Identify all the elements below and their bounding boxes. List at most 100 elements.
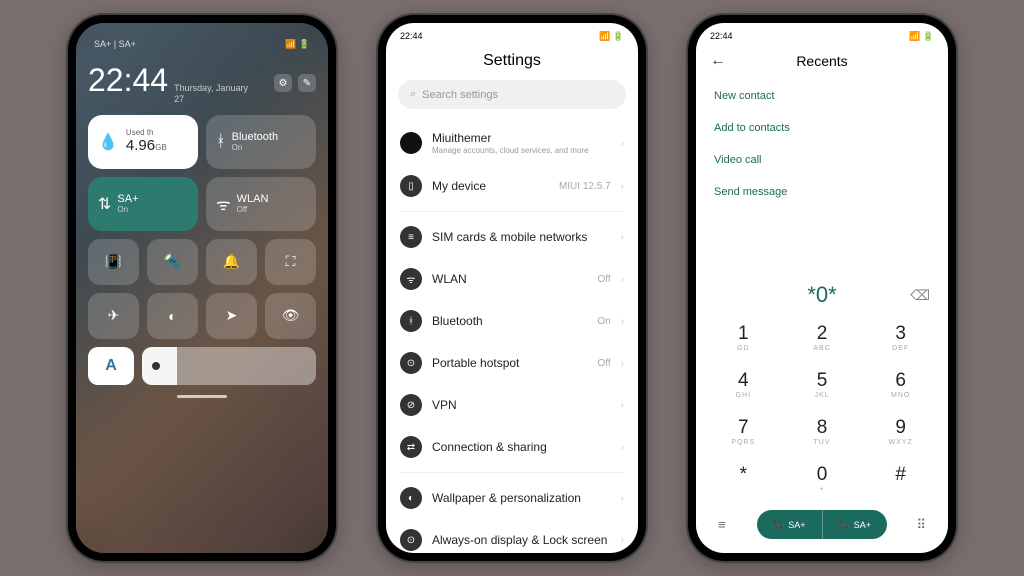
status-bar: 22:44 📶 🔋 bbox=[696, 23, 948, 46]
call-sim2-button[interactable]: 📞 SA+ bbox=[822, 510, 887, 539]
key-letters: DEF bbox=[861, 345, 940, 352]
screenshot-toggle[interactable]: ⛶ bbox=[265, 239, 316, 285]
phone-control-center: SA+ | SA+ 📶 🔋 22:44 Thursday, January 27… bbox=[68, 15, 336, 561]
bluetooth-tile[interactable]: ᚼ Bluetooth On bbox=[206, 115, 316, 169]
menu-icon[interactable]: ≡ bbox=[718, 517, 726, 532]
chevron-right-icon: › bbox=[621, 400, 624, 411]
search-placeholder: Search settings bbox=[422, 89, 498, 101]
home-indicator[interactable] bbox=[177, 395, 227, 398]
key-letters: JKL bbox=[783, 392, 862, 399]
dialpad-key-5[interactable]: 5 JKL bbox=[783, 361, 862, 408]
row-value: Off bbox=[598, 274, 611, 285]
settings-row[interactable]: ᯤ WLAN Off › bbox=[386, 258, 638, 300]
sa-label: SA+ bbox=[117, 193, 138, 205]
contact-option[interactable]: Video call bbox=[714, 144, 930, 176]
settings-row[interactable]: ◐ Wallpaper & personalization › bbox=[386, 477, 638, 519]
phone-settings: 22:44 📶 🔋 Settings ⌕ Search settings Miu… bbox=[378, 15, 646, 561]
settings-row[interactable]: ᚼ Bluetooth On › bbox=[386, 300, 638, 342]
dialpad-key-2[interactable]: 2 ABC bbox=[783, 314, 862, 361]
key-letters: PQRS bbox=[704, 439, 783, 446]
bluetooth-icon: ᚼ bbox=[216, 133, 226, 151]
vibrate-toggle[interactable]: 📳 bbox=[88, 239, 139, 285]
dialpad-key-0[interactable]: 0 + bbox=[783, 455, 862, 502]
key-number: 3 bbox=[861, 323, 940, 345]
settings-icon[interactable]: ⚙ bbox=[274, 74, 292, 92]
eye-toggle[interactable]: 👁 bbox=[265, 293, 316, 339]
dialpad-key-*[interactable]: * bbox=[704, 455, 783, 502]
search-input[interactable]: ⌕ Search settings bbox=[398, 80, 626, 109]
dialpad-key-9[interactable]: 9 WXYZ bbox=[861, 408, 940, 455]
airplane-toggle[interactable]: ✈ bbox=[88, 293, 139, 339]
contact-option[interactable]: Send message bbox=[714, 176, 930, 208]
brightness-slider[interactable] bbox=[142, 347, 316, 385]
settings-row[interactable]: ⊙ Always-on display & Lock screen › bbox=[386, 519, 638, 553]
dialpad-key-7[interactable]: 7 PQRS bbox=[704, 408, 783, 455]
time-label: 22:44 bbox=[88, 62, 168, 99]
location-toggle[interactable]: ➤ bbox=[206, 293, 257, 339]
data-icon: ⇅ bbox=[98, 194, 111, 214]
phone-icon: 📞 bbox=[839, 519, 850, 530]
dialpad-key-4[interactable]: 4 GHI bbox=[704, 361, 783, 408]
page-title: Recents bbox=[710, 53, 934, 69]
key-number: 0 bbox=[783, 464, 862, 486]
my-device-row[interactable]: ▯ My device MIUI 12.5.7 › bbox=[386, 165, 638, 207]
row-icon: ◐ bbox=[400, 487, 422, 509]
settings-row[interactable]: ⊘ VPN › bbox=[386, 384, 638, 426]
key-number: 1 bbox=[704, 323, 783, 345]
auto-brightness-toggle[interactable]: A bbox=[88, 347, 134, 385]
data-usage-tile[interactable]: 💧 Used th 4.96GB bbox=[88, 115, 198, 169]
phone-icon: 📞 bbox=[773, 519, 784, 530]
chevron-right-icon: › bbox=[621, 493, 624, 504]
key-number: 6 bbox=[861, 370, 940, 392]
key-letters: MNO bbox=[861, 392, 940, 399]
key-number: # bbox=[861, 464, 940, 486]
edit-icon[interactable]: ✎ bbox=[298, 74, 316, 92]
call-button-group: 📞 SA+ 📞 SA+ bbox=[757, 510, 887, 539]
chevron-right-icon: › bbox=[621, 358, 624, 369]
call-sim1-button[interactable]: 📞 SA+ bbox=[757, 510, 821, 539]
flashlight-toggle[interactable]: 🔦 bbox=[147, 239, 198, 285]
backspace-button[interactable]: ⌫ bbox=[910, 287, 930, 304]
key-number: 9 bbox=[861, 417, 940, 439]
settings-row[interactable]: ≡ SIM cards & mobile networks › bbox=[386, 216, 638, 258]
sa-state: On bbox=[117, 205, 138, 214]
dialpad-key-1[interactable]: 1 GD bbox=[704, 314, 783, 361]
dialed-number: *0* bbox=[807, 282, 836, 308]
dialpad-key-8[interactable]: 8 TUV bbox=[783, 408, 862, 455]
dark-mode-toggle[interactable]: ◐ bbox=[147, 293, 198, 339]
call-label: SA+ bbox=[788, 520, 805, 530]
device-label: My device bbox=[432, 179, 549, 193]
key-letters: GHI bbox=[704, 392, 783, 399]
contact-option[interactable]: Add to contacts bbox=[714, 112, 930, 144]
slider-thumb-icon bbox=[152, 362, 160, 370]
contact-option[interactable]: New contact bbox=[714, 80, 930, 112]
chevron-right-icon: › bbox=[621, 274, 624, 285]
search-icon: ⌕ bbox=[410, 88, 416, 101]
settings-row[interactable]: ⇄ Connection & sharing › bbox=[386, 426, 638, 468]
dialpad-key-6[interactable]: 6 MNO bbox=[861, 361, 940, 408]
device-icon: ▯ bbox=[400, 175, 422, 197]
dnd-toggle[interactable]: 🔔 bbox=[206, 239, 257, 285]
account-row[interactable]: Miuithemer Manage accounts, cloud servic… bbox=[386, 121, 638, 165]
dialpad-icon[interactable]: ⠿ bbox=[916, 517, 926, 533]
drop-icon: 💧 bbox=[98, 132, 118, 152]
call-label: SA+ bbox=[854, 520, 871, 530]
mobile-data-tile[interactable]: ⇅ SA+ On bbox=[88, 177, 198, 231]
account-sub: Manage accounts, cloud services, and mor… bbox=[432, 146, 611, 155]
wlan-tile[interactable]: ᯤ WLAN Off bbox=[206, 177, 316, 231]
settings-row[interactable]: ⊙ Portable hotspot Off › bbox=[386, 342, 638, 384]
key-number: * bbox=[704, 464, 783, 486]
wlan-label: WLAN bbox=[237, 193, 269, 205]
dialpad-key-#[interactable]: # bbox=[861, 455, 940, 502]
chevron-right-icon: › bbox=[621, 181, 624, 192]
chevron-right-icon: › bbox=[621, 535, 624, 546]
data-unit: GB bbox=[155, 143, 167, 152]
device-value: MIUI 12.5.7 bbox=[559, 181, 611, 192]
row-icon: ⊙ bbox=[400, 352, 422, 374]
date-num: 27 bbox=[174, 94, 248, 105]
avatar-icon bbox=[400, 132, 422, 154]
status-icons: 📶 🔋 bbox=[285, 39, 310, 50]
row-label: Wallpaper & personalization bbox=[432, 491, 611, 505]
chevron-right-icon: › bbox=[621, 138, 624, 149]
dialpad-key-3[interactable]: 3 DEF bbox=[861, 314, 940, 361]
